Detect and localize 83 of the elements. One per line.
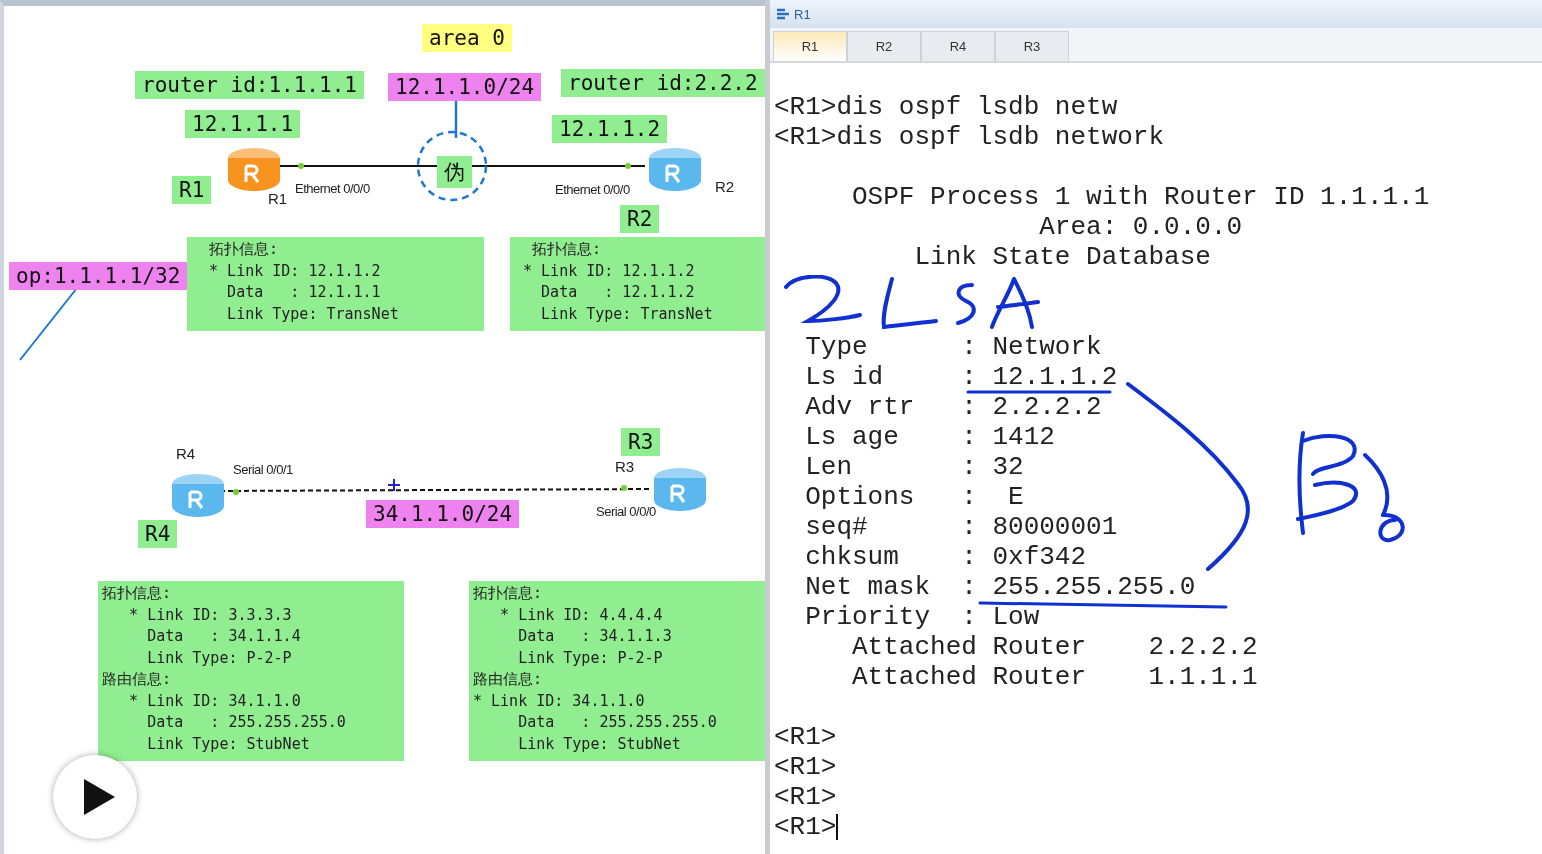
canvas-label: 34.1.1.0/24 bbox=[366, 500, 520, 528]
console-line: <R1> bbox=[774, 815, 837, 839]
console-line: Type : Network bbox=[804, 335, 1102, 359]
canvas-label: 伪 bbox=[437, 156, 472, 188]
canvas-label: 12.1.1.0/24 bbox=[388, 73, 542, 101]
canvas-label: area 0 bbox=[422, 24, 512, 52]
info-line: * Link ID: 4.4.4.4 bbox=[499, 604, 664, 626]
port-dot bbox=[621, 485, 627, 491]
console-line: <R1>dis ospf lsdb network bbox=[774, 125, 1165, 149]
info-line: 拓扑信息: bbox=[208, 239, 280, 260]
canvas-label: R3 bbox=[621, 428, 661, 456]
canvas-label: R2 bbox=[620, 205, 660, 233]
terminal-icon bbox=[776, 7, 790, 21]
info-line: * Link ID: 3.3.3.3 bbox=[128, 604, 293, 626]
router-icon[interactable] bbox=[226, 146, 282, 194]
terminal-tab[interactable]: R1 bbox=[773, 31, 847, 61]
interface-label: Ethernet 0/0/0 bbox=[295, 181, 370, 196]
console-line: Adv rtr : 2.2.2.2 bbox=[804, 395, 1102, 419]
interface-label: Serial 0/0/1 bbox=[233, 462, 293, 477]
terminal-tab[interactable]: R4 bbox=[921, 31, 995, 61]
info-line: Data : 34.1.1.4 bbox=[146, 626, 302, 647]
console-line: OSPF Process 1 with Router ID 1.1.1.1 bbox=[851, 185, 1430, 209]
device-name: R2 bbox=[715, 178, 735, 195]
console-line: <R1> bbox=[774, 755, 837, 779]
console-line: <R1> bbox=[774, 785, 837, 809]
device-name: R4 bbox=[176, 445, 196, 462]
console-line: Attached Router 2.2.2.2 bbox=[851, 635, 1258, 659]
port-dot bbox=[298, 163, 304, 169]
canvas-label: R4 bbox=[138, 520, 178, 548]
canvas-label: op:1.1.1.1/32 bbox=[9, 262, 188, 290]
port-dot bbox=[233, 489, 239, 495]
info-line: 路由信息: bbox=[473, 669, 544, 690]
interface-label: Ethernet 0/0/0 bbox=[555, 182, 630, 197]
device-name: R3 bbox=[615, 458, 635, 475]
router-icon[interactable] bbox=[647, 146, 703, 194]
info-line: Data : 12.1.1.2 bbox=[540, 282, 696, 303]
info-line: 拓扑信息: bbox=[102, 583, 173, 604]
console-line: chksum : 0xf342 bbox=[804, 545, 1087, 569]
info-line: * Link ID: 12.1.1.2 bbox=[208, 260, 382, 282]
console-line: Net mask : 255.255.255.0 bbox=[804, 575, 1196, 599]
port-dot bbox=[625, 163, 631, 169]
console-line: Area: 0.0.0.0 bbox=[1038, 215, 1243, 239]
plus-icon bbox=[387, 478, 401, 492]
console-line: <R1>dis ospf lsdb netw bbox=[774, 95, 1118, 119]
info-line: Link Type: StubNet bbox=[146, 733, 311, 755]
info-line: 拓扑信息: bbox=[473, 583, 544, 604]
info-line: Link Type: TransNet bbox=[226, 303, 400, 325]
router-icon[interactable] bbox=[170, 472, 226, 520]
info-line: * Link ID: 12.1.1.2 bbox=[522, 260, 696, 282]
canvas-label: R1 bbox=[172, 176, 212, 204]
console-line: Priority : Low bbox=[804, 605, 1040, 629]
terminal-tab[interactable]: R3 bbox=[995, 31, 1069, 61]
console-line: Ls age : 1412 bbox=[804, 425, 1055, 449]
info-line: Link Type: TransNet bbox=[540, 303, 714, 325]
pseudo-node-circle bbox=[416, 130, 488, 202]
canvas-label: 12.1.1.1 bbox=[185, 110, 301, 138]
info-line: Data : 12.1.1.1 bbox=[226, 282, 382, 303]
info-line: Data : 255.255.255.0 bbox=[517, 712, 718, 733]
console-line: Ls id : 12.1.1.2 bbox=[804, 365, 1118, 389]
interface-label: Serial 0/0/0 bbox=[596, 504, 656, 519]
canvas-label: router id:2.2.2 bbox=[561, 69, 765, 97]
info-line: Data : 34.1.1.3 bbox=[517, 626, 673, 647]
info-line: Link Type: P-2-P bbox=[517, 647, 664, 669]
console-line: Link State Database bbox=[913, 245, 1211, 269]
canvas-label: router id:1.1.1.1 bbox=[135, 71, 364, 99]
info-line: Data : 255.255.255.0 bbox=[146, 712, 347, 733]
device-name: R1 bbox=[268, 190, 288, 207]
info-line: * Link ID: 34.1.1.0 bbox=[473, 690, 646, 712]
console-line: seq# : 80000001 bbox=[804, 515, 1118, 539]
console-line: Len : 32 bbox=[804, 455, 1024, 479]
window-title: R1 bbox=[794, 6, 811, 22]
canvas-label: 12.1.1.2 bbox=[552, 115, 668, 143]
info-line: 路由信息: bbox=[102, 669, 173, 690]
console-line: Attached Router 1.1.1.1 bbox=[851, 665, 1258, 689]
info-line: Link Type: StubNet bbox=[517, 733, 682, 755]
play-button[interactable] bbox=[53, 755, 137, 839]
info-line: Link Type: P-2-P bbox=[146, 647, 293, 669]
terminal-tab[interactable]: R2 bbox=[847, 31, 921, 61]
play-icon bbox=[82, 778, 116, 816]
console-line: Options : E bbox=[804, 485, 1024, 509]
console-line: <R1> bbox=[774, 725, 837, 749]
info-line: 拓扑信息: bbox=[531, 239, 603, 260]
info-line: * Link ID: 34.1.1.0 bbox=[128, 690, 302, 712]
